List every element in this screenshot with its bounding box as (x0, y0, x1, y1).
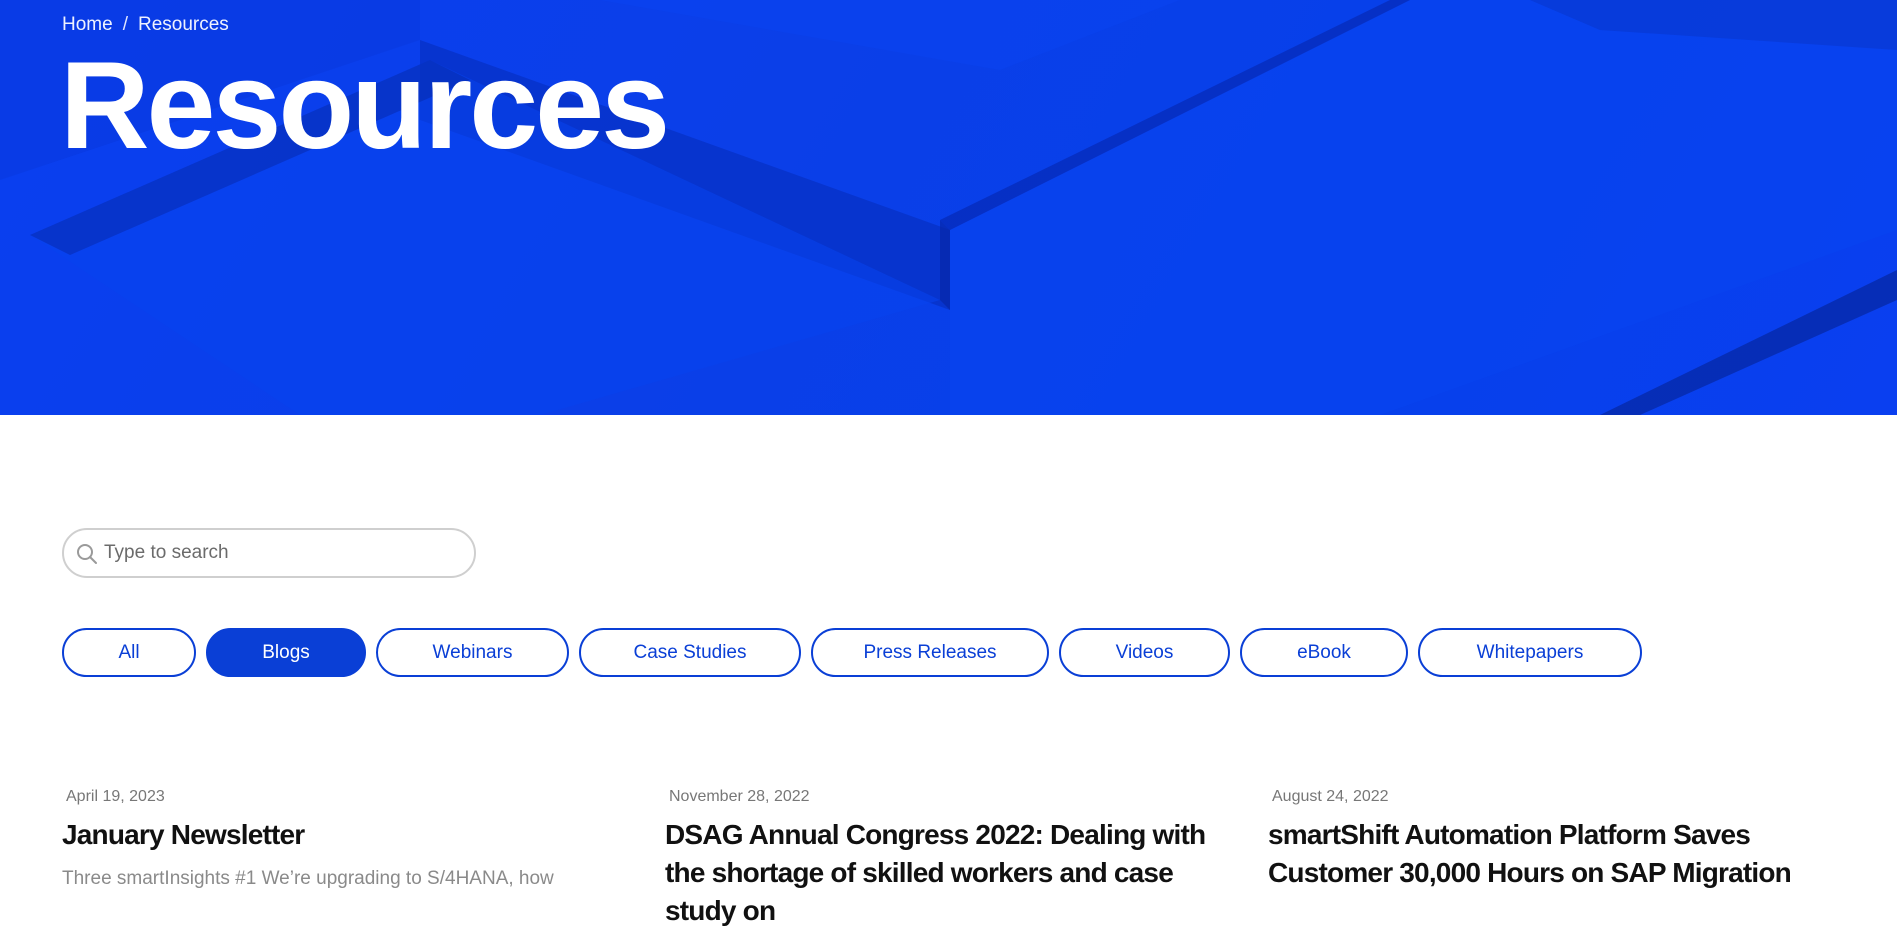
filter-press-releases-button[interactable]: Press Releases (811, 628, 1049, 677)
post-card[interactable]: August 24, 2022 smartShift Automation Pl… (1268, 788, 1848, 892)
search-icon (77, 544, 97, 564)
filter-blogs-button[interactable]: Blogs (206, 628, 366, 677)
search-input[interactable] (104, 530, 464, 576)
breadcrumb-current-link[interactable]: Resources (138, 14, 229, 36)
post-date: April 19, 2023 (66, 788, 165, 805)
post-card[interactable]: April 19, 2023 January Newsletter Three … (62, 788, 622, 890)
post-date: August 24, 2022 (1272, 788, 1389, 805)
breadcrumb: Home / Resources (62, 14, 229, 36)
breadcrumb-home-link[interactable]: Home (62, 14, 113, 36)
search-box (62, 528, 476, 578)
post-date: November 28, 2022 (669, 788, 810, 805)
breadcrumb-separator: / (122, 14, 128, 35)
post-title[interactable]: smartShift Automation Platform Saves Cus… (1268, 816, 1848, 892)
hero-banner: Home / Resources Resources (0, 0, 1897, 415)
filter-webinars-button[interactable]: Webinars (376, 628, 569, 677)
page-title: Resources (60, 37, 670, 175)
filter-all-button[interactable]: All (62, 628, 196, 677)
filter-case-studies-button[interactable]: Case Studies (579, 628, 801, 677)
filter-ebook-button[interactable]: eBook (1240, 628, 1408, 677)
post-title[interactable]: DSAG Annual Congress 2022: Dealing with … (665, 816, 1245, 930)
filter-whitepapers-button[interactable]: Whitepapers (1418, 628, 1642, 677)
filter-videos-button[interactable]: Videos (1059, 628, 1230, 677)
post-excerpt: Three smartInsights #1 We’re upgrading t… (62, 868, 554, 889)
post-card[interactable]: November 28, 2022 DSAG Annual Congress 2… (665, 788, 1245, 930)
post-title[interactable]: January Newsletter (62, 816, 622, 854)
